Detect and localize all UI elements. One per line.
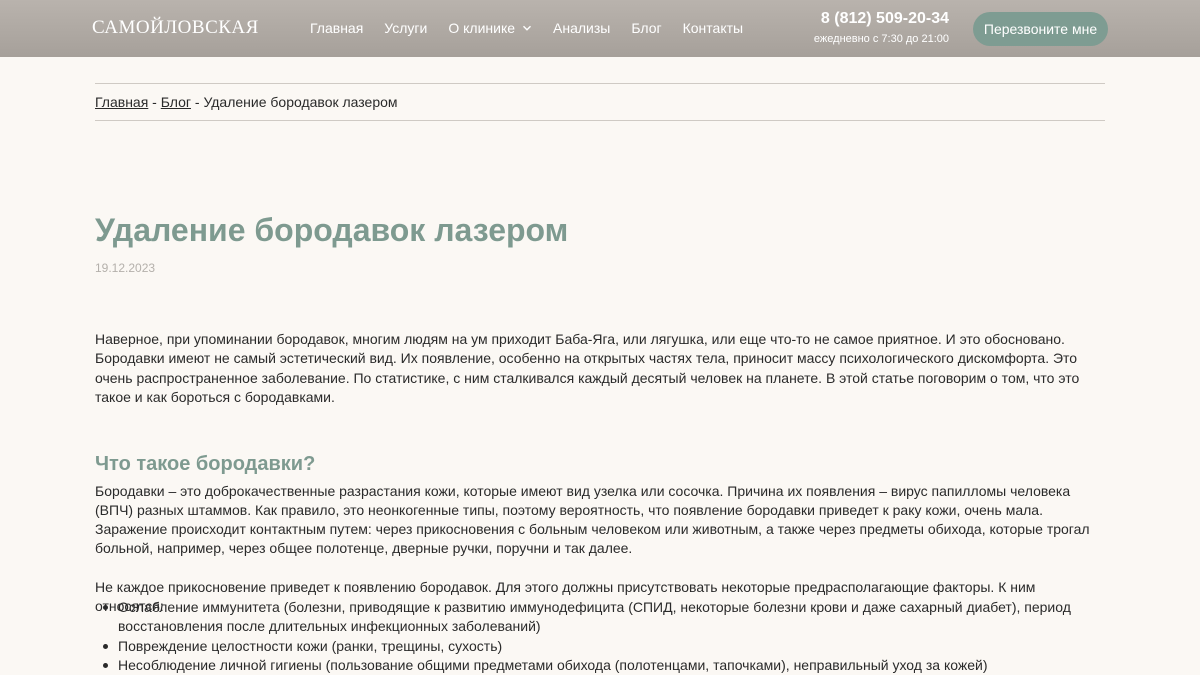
breadcrumb-current: Удаление бородавок лазером — [203, 94, 398, 110]
callback-button[interactable]: Перезвоните мне — [973, 12, 1108, 46]
section-paragraph: Бородавки – это доброкачественные разрас… — [95, 483, 1071, 519]
list-item: Повреждение целостности кожи (ранки, тре… — [103, 637, 1108, 656]
site-header: САМОЙЛОВСКАЯ Главная Услуги О клинике Ан… — [0, 0, 1200, 57]
working-hours: ежедневно с 7:30 до 21:00 — [813, 33, 949, 45]
article-intro: Наверное, при упоминании бородавок, мног… — [95, 331, 1080, 406]
list-item: Несоблюдение личной гигиены (пользование… — [103, 656, 1108, 675]
chevron-down-icon — [523, 25, 532, 31]
breadcrumb-separator: - — [148, 94, 161, 110]
factors-list: Ослабление иммунитета (болезни, приводящ… — [103, 598, 1108, 675]
nav-item-tests[interactable]: Анализы — [553, 20, 610, 36]
article-date: 19.12.2023 — [95, 261, 156, 275]
nav-item-about[interactable]: О клинике — [448, 20, 532, 36]
breadcrumb-home-link[interactable]: Главная — [95, 94, 148, 110]
phone-number[interactable]: 8 (812) 509-20-34 — [800, 10, 949, 28]
nav-item-home[interactable]: Главная — [310, 20, 363, 36]
article-title: Удаление бородавок лазером — [95, 212, 569, 248]
nav-item-services[interactable]: Услуги — [384, 20, 427, 36]
clinic-logo[interactable]: САМОЙЛОВСКАЯ — [92, 17, 259, 39]
list-item: Ослабление иммунитета (болезни, приводящ… — [103, 598, 1108, 637]
breadcrumb: Главная - Блог - Удаление бородавок лазе… — [95, 94, 398, 110]
section-heading: Что такое бородавки? — [95, 453, 316, 475]
breadcrumb-divider-top — [95, 83, 1105, 84]
section-paragraph: Заражение происходит контактным путем: ч… — [95, 521, 1090, 557]
breadcrumb-divider-bottom — [95, 120, 1105, 121]
main-nav: Главная Услуги О клинике Анализы Блог Ко… — [310, 20, 764, 36]
contact-block: 8 (812) 509-20-34 ежедневно с 7:30 до 21… — [800, 10, 949, 45]
nav-item-about-label: О клинике — [448, 20, 516, 36]
breadcrumb-blog-link[interactable]: Блог — [161, 94, 191, 110]
nav-item-contacts[interactable]: Контакты — [683, 20, 743, 36]
nav-item-blog[interactable]: Блог — [631, 20, 661, 36]
breadcrumb-separator: - — [191, 94, 204, 110]
